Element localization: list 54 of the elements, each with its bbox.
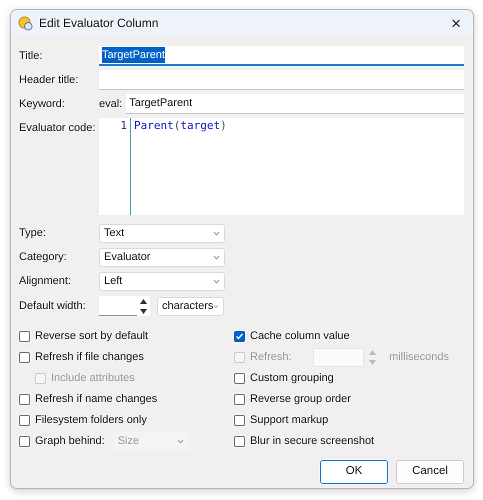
checkbox-label: Graph behind: — [35, 434, 105, 450]
checkbox-label: Refresh: — [250, 350, 292, 366]
code-editor[interactable]: 1 Parent(target) — [99, 118, 464, 215]
window-title: Edit Evaluator Column — [39, 15, 158, 32]
number-field[interactable] — [99, 296, 137, 316]
checkbox-label: Custom grouping — [250, 371, 334, 386]
field-label: Alignment: — [19, 274, 72, 290]
dropdown[interactable]: Evaluator — [99, 248, 225, 267]
field-label: Default width: — [19, 298, 87, 314]
prefix-label: eval: — [99, 96, 122, 112]
checkbox-label: Refresh if name changes — [35, 392, 158, 408]
checkbox[interactable] — [19, 331, 30, 342]
checkbox-label: Filesystem folders only — [35, 413, 147, 428]
text-field[interactable] — [99, 70, 464, 90]
code-line: Parent(target) — [134, 118, 227, 134]
chevron-icon — [213, 279, 220, 284]
checkbox[interactable] — [234, 415, 245, 426]
checkbox[interactable] — [234, 436, 245, 447]
field-label: Header title: — [19, 72, 80, 88]
chevron-icon — [213, 255, 220, 260]
dropdown[interactable]: Left — [99, 272, 225, 291]
chevron-icon — [213, 304, 219, 308]
field-label: Category: — [19, 250, 68, 266]
close-button[interactable]: × — [447, 14, 465, 32]
checkbox-label: Blur in secure screenshot — [250, 434, 374, 450]
dropdown[interactable]: Text — [99, 224, 225, 243]
checkbox[interactable] — [19, 394, 30, 405]
field-label: Type: — [19, 226, 47, 242]
cancel-button[interactable]: Cancel — [396, 460, 464, 484]
text-field[interactable]: TargetParent — [99, 46, 464, 66]
checkbox[interactable] — [234, 394, 245, 405]
text-field[interactable]: TargetParent — [126, 94, 464, 114]
ok-button[interactable]: OK — [320, 460, 388, 484]
chevron-icon — [213, 231, 220, 236]
field-label: Title: — [19, 48, 44, 64]
checkbox[interactable] — [19, 436, 30, 447]
checkbox-label: Support markup — [250, 413, 328, 428]
checkbox[interactable] — [19, 415, 30, 426]
checkbox-label: Cache column value — [250, 329, 350, 344]
line-number: 1 — [119, 118, 127, 134]
checkbox-label: Include attributes — [51, 371, 135, 386]
app-icon — [18, 16, 33, 30]
checkbox[interactable] — [234, 331, 245, 342]
chevron-icon — [176, 439, 184, 444]
dropdown[interactable]: characters — [157, 296, 224, 316]
unit-label: milliseconds — [389, 350, 449, 366]
checkbox-label: Reverse group order — [250, 392, 351, 408]
spinner[interactable] — [137, 296, 150, 316]
field-label: Evaluator code: — [19, 121, 96, 136]
checkbox-label: Reverse sort by default — [35, 329, 148, 344]
checkbox[interactable] — [234, 373, 245, 384]
checkbox-label: Refresh if file changes — [35, 350, 144, 366]
field-label: Keyword: — [19, 96, 66, 112]
checkbox[interactable] — [19, 352, 30, 363]
